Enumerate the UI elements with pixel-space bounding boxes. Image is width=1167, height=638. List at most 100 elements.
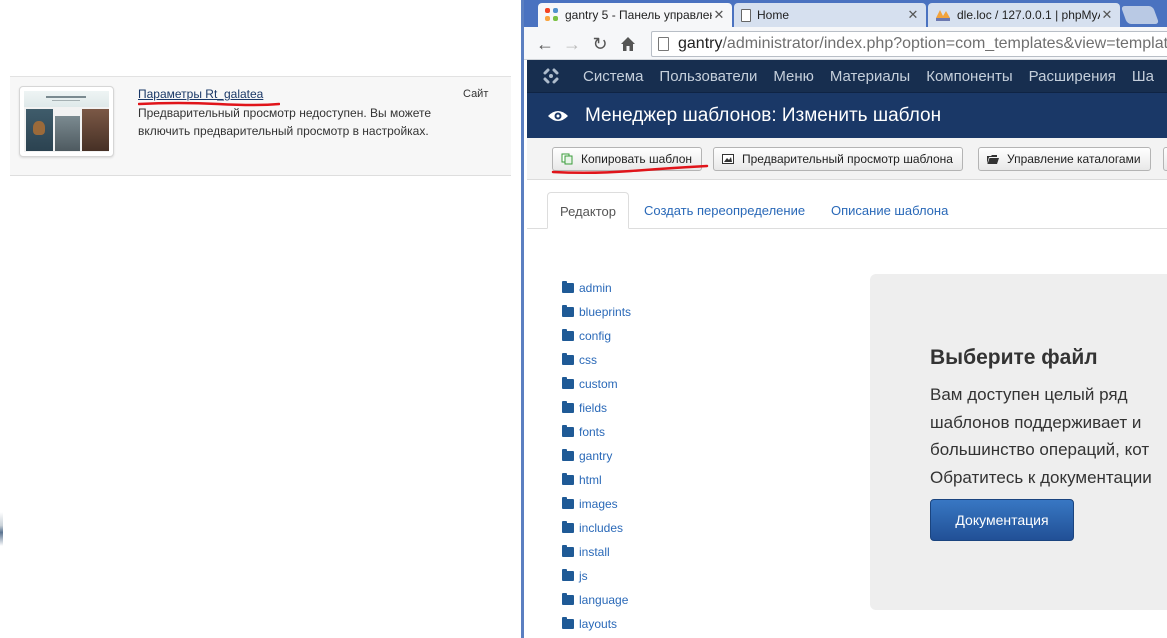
scroll-edge-mark <box>0 512 3 546</box>
tab-create-override[interactable]: Создать переопределение <box>644 192 805 229</box>
tab-editor[interactable]: Редактор <box>547 192 629 229</box>
menu-item-content[interactable]: Материалы <box>822 68 918 85</box>
url-host: gantry <box>678 35 723 52</box>
folder-label: blueprints <box>579 305 632 319</box>
menu-item-system[interactable]: Система <box>575 68 651 85</box>
address-bar[interactable]: gantry/administrator/index.php?option=co… <box>651 31 1167 57</box>
folder-label: html <box>579 473 602 487</box>
info-text-line: шаблонов поддерживает и <box>930 413 1142 432</box>
page-header: Менеджер шаблонов: Изменить шаблон <box>527 92 1167 138</box>
folder-item[interactable]: layouts <box>562 612 631 636</box>
joomla-logo-icon[interactable] <box>527 60 575 92</box>
folder-label: js <box>579 569 588 583</box>
tab-label: dle.loc / 127.0.0.1 | phpMyAdmin <box>957 8 1100 22</box>
folder-label: install <box>579 545 610 559</box>
browser-tab-bar: gantry 5 - Панель управления ✕ Home ✕ dl… <box>524 0 1167 27</box>
more-toolbar-button[interactable] <box>1163 147 1167 171</box>
url-path: /administrator/index.php?option=com_temp… <box>722 35 1167 52</box>
browser-tab-gantry[interactable]: gantry 5 - Панель управления ✕ <box>538 3 732 27</box>
close-icon[interactable]: ✕ <box>1100 7 1114 23</box>
folder-icon <box>562 425 574 437</box>
back-arrow-icon[interactable]: ← <box>533 32 557 56</box>
folder-label: images <box>579 497 618 511</box>
forward-arrow-icon[interactable]: → <box>560 32 584 56</box>
folder-item[interactable]: config <box>562 324 631 348</box>
tab-label: gantry 5 - Панель управления <box>565 8 712 22</box>
template-thumbnail[interactable] <box>19 86 114 157</box>
folder-open-icon <box>987 153 999 165</box>
folder-item[interactable]: language <box>562 588 631 612</box>
thumbnail-image <box>24 91 109 152</box>
close-icon[interactable]: ✕ <box>906 7 920 23</box>
folder-item[interactable]: css <box>562 348 631 372</box>
reload-icon[interactable]: ↻ <box>588 32 612 56</box>
folder-label: admin <box>579 281 612 295</box>
template-options-link[interactable]: Параметры Rt_galatea <box>138 87 263 101</box>
folder-icon <box>562 593 574 605</box>
manage-folders-button[interactable]: Управление каталогами <box>978 147 1151 171</box>
info-text-line: Обратитесь к документации <box>930 468 1152 487</box>
folder-label: css <box>579 353 597 367</box>
folder-item[interactable]: js <box>562 564 631 588</box>
browser-toolbar: ← → ↻ gantry/administrator/index.php?opt… <box>524 27 1167 60</box>
info-text-line: Вам доступен целый ряд <box>930 385 1128 404</box>
folder-label: fonts <box>579 425 606 439</box>
folder-item[interactable]: fonts <box>562 420 631 444</box>
folder-icon <box>562 401 574 413</box>
browser-tab-phpmyadmin[interactable]: dle.loc / 127.0.0.1 | phpMyAdmin ✕ <box>928 3 1120 27</box>
folder-item[interactable]: fields <box>562 396 631 420</box>
folder-label: layouts <box>579 617 618 631</box>
folder-item[interactable]: html <box>562 468 631 492</box>
folder-item[interactable]: admin <box>562 276 631 300</box>
folder-label: custom <box>579 377 618 391</box>
folder-label: language <box>579 593 629 607</box>
tab-template-description[interactable]: Описание шаблона <box>831 192 948 229</box>
info-text-line: большинство операций, кот <box>930 440 1150 459</box>
folder-icon <box>562 281 574 293</box>
folder-item[interactable]: gantry <box>562 444 631 468</box>
preview-template-button[interactable]: Предварительный просмотр шаблона <box>713 147 963 171</box>
red-annotation-underline <box>551 164 709 175</box>
select-file-panel: Выберите файл Вам доступен целый ряд шаб… <box>870 274 1167 610</box>
manage-folders-label: Управление каталогами <box>1007 152 1141 166</box>
menu-item-extensions[interactable]: Расширения <box>1021 68 1124 85</box>
template-description: Предварительный просмотр недоступен. Вы … <box>138 106 432 138</box>
preview-template-label: Предварительный просмотр шаблона <box>742 152 953 166</box>
folder-item[interactable]: images <box>562 492 631 516</box>
folder-icon <box>562 353 574 365</box>
new-tab-button[interactable] <box>1120 6 1160 24</box>
folder-icon <box>562 545 574 557</box>
folder-item[interactable]: custom <box>562 372 631 396</box>
phpmyadmin-icon <box>935 8 951 22</box>
home-icon[interactable] <box>616 32 640 56</box>
page-icon <box>658 37 669 51</box>
template-location: Сайт <box>463 88 489 100</box>
folder-item[interactable]: blueprints <box>562 300 631 324</box>
menu-item-components[interactable]: Компоненты <box>918 68 1020 85</box>
screenshot-root: Параметры Rt_galatea Предварительный про… <box>0 0 1167 638</box>
menu-item-users[interactable]: Пользователи <box>651 68 765 85</box>
folder-icon <box>562 521 574 533</box>
picture-icon <box>722 153 734 165</box>
folder-item[interactable]: includes <box>562 516 631 540</box>
folder-icon <box>562 569 574 581</box>
menu-item-templates[interactable]: Ша <box>1124 68 1162 85</box>
tab-label: Home <box>757 8 790 22</box>
page-icon <box>741 8 751 22</box>
folder-tree: admin blueprints config css custom field… <box>562 276 631 636</box>
select-file-heading: Выберите файл <box>930 346 1098 369</box>
folder-label: config <box>579 329 612 343</box>
page-title: Менеджер шаблонов: Изменить шаблон <box>585 104 942 126</box>
folder-icon <box>562 377 574 389</box>
folder-item[interactable]: install <box>562 540 631 564</box>
close-icon[interactable]: ✕ <box>712 7 726 23</box>
joomla-icon <box>545 8 559 22</box>
joomla-main-menu: Система Пользователи Меню Материалы Комп… <box>527 60 1167 92</box>
folder-label: fields <box>579 401 608 415</box>
template-list-pane: Параметры Rt_galatea Предварительный про… <box>0 0 521 638</box>
browser-tab-home[interactable]: Home ✕ <box>734 3 926 27</box>
documentation-button[interactable]: Документация <box>930 499 1074 541</box>
menu-item-menus[interactable]: Меню <box>765 68 822 85</box>
folder-icon <box>562 329 574 341</box>
folder-label: includes <box>579 521 624 535</box>
